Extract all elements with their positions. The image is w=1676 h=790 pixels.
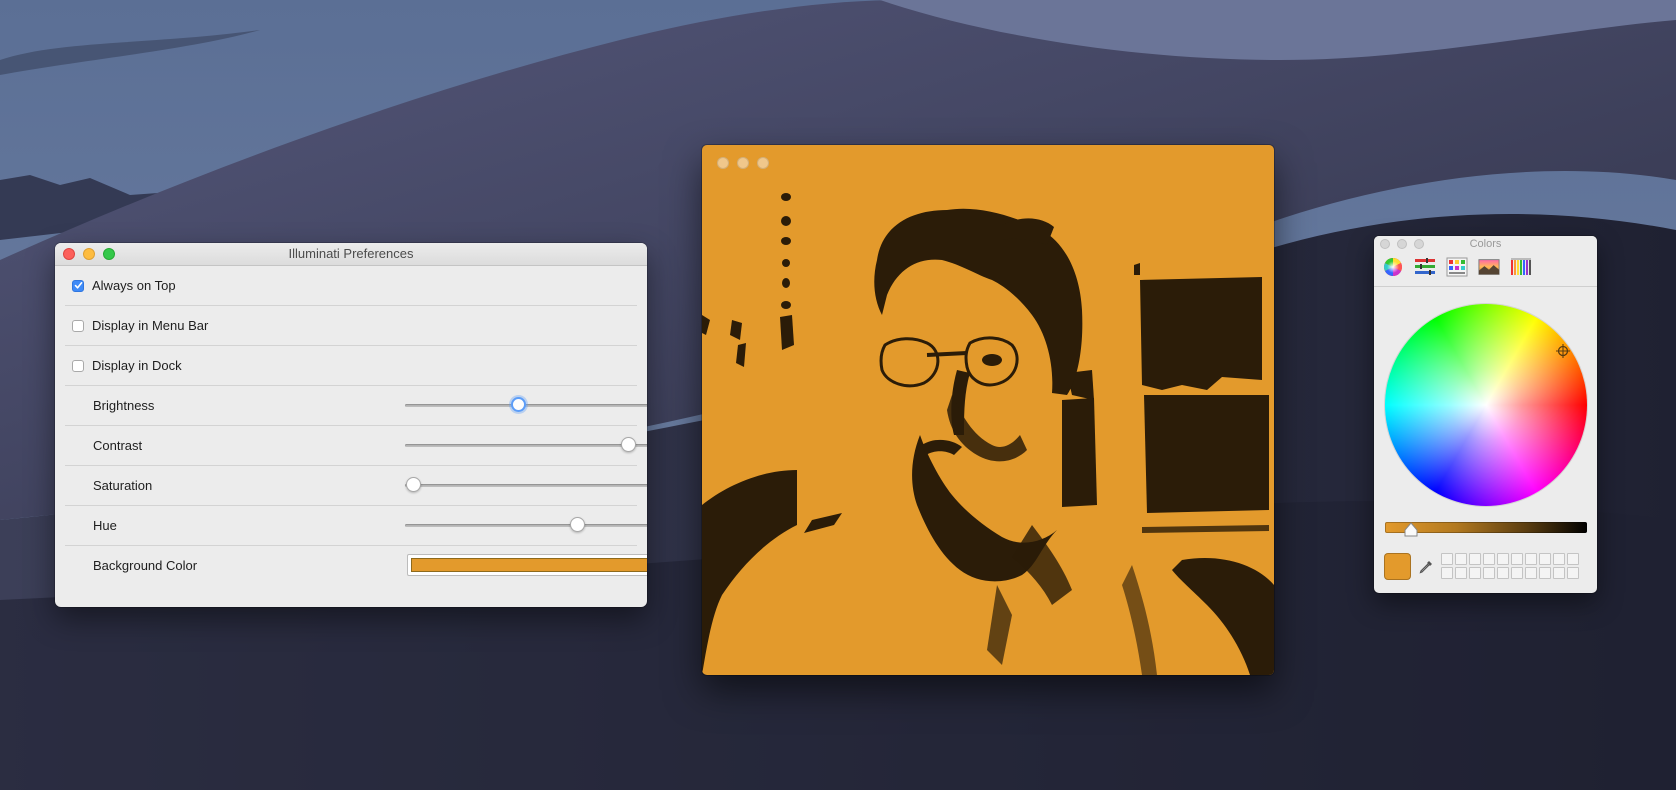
preferences-window: Illuminati Preferences Always on Top Dis… bbox=[55, 243, 647, 607]
slider-track bbox=[405, 404, 647, 407]
background-color-label: Background Color bbox=[93, 558, 198, 573]
saved-swatch-cell[interactable] bbox=[1553, 567, 1565, 579]
brightness-knob[interactable] bbox=[1403, 522, 1419, 538]
always-on-top-checkbox[interactable] bbox=[72, 279, 84, 292]
brightness-slider[interactable] bbox=[405, 395, 647, 415]
row-background-color: Background Color bbox=[65, 546, 647, 585]
slider-thumb[interactable] bbox=[406, 477, 422, 492]
hue-label: Hue bbox=[93, 518, 117, 533]
row-hue: Hue bbox=[65, 506, 647, 546]
pencils-tab[interactable] bbox=[1510, 256, 1532, 278]
current-color-swatch[interactable] bbox=[1384, 553, 1411, 580]
saved-swatch-cell[interactable] bbox=[1497, 567, 1509, 579]
saved-swatch-cell[interactable] bbox=[1441, 567, 1453, 579]
minimize-button[interactable] bbox=[1397, 239, 1407, 249]
saved-swatch-cell[interactable] bbox=[1511, 553, 1523, 565]
contrast-slider[interactable] bbox=[405, 435, 647, 455]
eyedropper-icon[interactable] bbox=[1418, 559, 1434, 575]
color-wheel-tab[interactable] bbox=[1382, 256, 1404, 278]
window-controls bbox=[63, 248, 115, 260]
colors-panel: Colors bbox=[1374, 236, 1597, 593]
camera-window bbox=[702, 145, 1274, 675]
sliders-tab[interactable] bbox=[1414, 256, 1436, 278]
palettes-icon bbox=[1446, 257, 1468, 277]
color-wheel-icon bbox=[1384, 258, 1402, 276]
slider-track bbox=[405, 444, 647, 447]
camera-feed bbox=[702, 145, 1274, 675]
minimize-button[interactable] bbox=[737, 157, 749, 169]
zoom-button[interactable] bbox=[757, 157, 769, 169]
close-button[interactable] bbox=[717, 157, 729, 169]
saved-swatch-cell[interactable] bbox=[1469, 553, 1481, 565]
crosshair-icon[interactable] bbox=[1556, 344, 1570, 358]
colors-title: Colors bbox=[1469, 238, 1502, 250]
saved-swatch-cell[interactable] bbox=[1525, 567, 1537, 579]
slider-thumb[interactable] bbox=[510, 397, 526, 412]
saved-swatches-grid bbox=[1441, 553, 1579, 579]
saved-swatch-cell[interactable] bbox=[1539, 567, 1551, 579]
saved-swatch-cell[interactable] bbox=[1525, 553, 1537, 565]
saved-swatch-cell[interactable] bbox=[1497, 553, 1509, 565]
colors-tabs bbox=[1374, 252, 1597, 287]
slider-thumb[interactable] bbox=[620, 437, 636, 452]
brightness-label: Brightness bbox=[93, 398, 155, 413]
color-wheel[interactable] bbox=[1385, 304, 1587, 506]
zoom-button[interactable] bbox=[103, 248, 115, 260]
saturation-slider[interactable] bbox=[405, 475, 647, 495]
saved-swatch-cell[interactable] bbox=[1511, 567, 1523, 579]
checkmark-icon bbox=[74, 282, 82, 289]
background-color-well[interactable] bbox=[407, 554, 647, 576]
row-always-on-top: Always on Top bbox=[65, 266, 637, 306]
row-brightness: Brightness bbox=[65, 386, 647, 426]
close-button[interactable] bbox=[63, 248, 75, 260]
display-in-dock-label: Display in Dock bbox=[92, 358, 182, 373]
saved-swatch-cell[interactable] bbox=[1483, 553, 1495, 565]
saved-swatch-cell[interactable] bbox=[1567, 567, 1579, 579]
saved-swatch-cell[interactable] bbox=[1567, 553, 1579, 565]
slider-thumb[interactable] bbox=[570, 517, 586, 532]
saved-swatch-cell[interactable] bbox=[1455, 567, 1467, 579]
slider-track bbox=[405, 484, 647, 487]
slider-track bbox=[405, 524, 647, 527]
zoom-button[interactable] bbox=[1414, 239, 1424, 249]
display-in-menu-bar-label: Display in Menu Bar bbox=[92, 318, 209, 333]
preferences-titlebar[interactable]: Illuminati Preferences bbox=[55, 243, 647, 266]
pencils-icon bbox=[1511, 258, 1531, 275]
saved-swatch-cell[interactable] bbox=[1483, 567, 1495, 579]
saturation-label: Saturation bbox=[93, 478, 153, 493]
display-in-menu-bar-checkbox[interactable] bbox=[72, 319, 84, 332]
palettes-tab[interactable] bbox=[1446, 256, 1468, 278]
saved-swatch-cell[interactable] bbox=[1553, 553, 1565, 565]
color-wheel-area bbox=[1374, 287, 1597, 517]
saved-swatch-cell[interactable] bbox=[1539, 553, 1551, 565]
window-title: Illuminati Preferences bbox=[288, 246, 414, 261]
always-on-top-label: Always on Top bbox=[92, 278, 176, 293]
sliders-icon bbox=[1415, 258, 1435, 275]
saved-swatch-cell[interactable] bbox=[1441, 553, 1453, 565]
image-palettes-tab[interactable] bbox=[1478, 256, 1500, 278]
image-palettes-icon bbox=[1478, 259, 1500, 275]
colors-window-controls bbox=[1380, 239, 1424, 249]
row-display-in-dock: Display in Dock bbox=[65, 346, 637, 386]
display-in-dock-checkbox[interactable] bbox=[72, 359, 84, 372]
contrast-label: Contrast bbox=[93, 438, 143, 453]
close-button[interactable] bbox=[1380, 239, 1390, 249]
camera-window-controls bbox=[717, 157, 769, 169]
color-well-swatch bbox=[411, 558, 647, 572]
hue-slider[interactable] bbox=[405, 515, 647, 535]
saved-swatch-cell[interactable] bbox=[1455, 553, 1467, 565]
row-saturation: Saturation bbox=[65, 466, 647, 506]
minimize-button[interactable] bbox=[83, 248, 95, 260]
saved-swatch-cell[interactable] bbox=[1469, 567, 1481, 579]
colors-titlebar[interactable]: Colors bbox=[1374, 236, 1597, 252]
row-contrast: Contrast bbox=[65, 426, 647, 466]
row-display-in-menu-bar: Display in Menu Bar bbox=[65, 306, 637, 346]
